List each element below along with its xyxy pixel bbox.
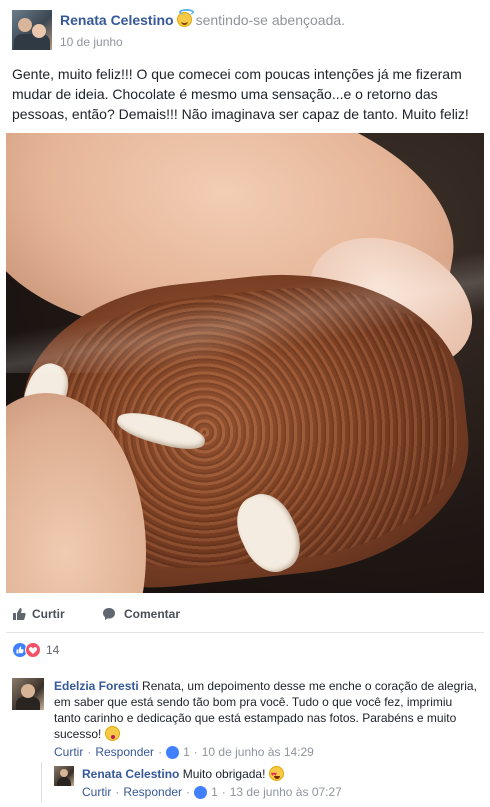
speech-bubble-icon	[102, 607, 116, 621]
heart-eyes-face-icon	[268, 766, 284, 783]
reactions-summary[interactable]: 14	[12, 641, 59, 659]
divider	[6, 632, 484, 633]
comment-body: Edelzia Foresti Renata, um depoimento de…	[54, 678, 478, 742]
author-name-link[interactable]: Renata Celestino	[60, 12, 174, 28]
like-button-label: Curtir	[32, 607, 65, 621]
post-action-bar: Curtir Comentar	[12, 603, 478, 629]
love-reaction-icon	[25, 642, 41, 658]
replier-avatar[interactable]	[54, 766, 74, 786]
commenter-avatar[interactable]	[12, 678, 44, 710]
comment-like-link[interactable]: Curtir	[82, 784, 111, 800]
wrapper-shine	[6, 253, 484, 373]
comment-author-link[interactable]: Edelzia Foresti	[54, 679, 139, 693]
reply-thread-line	[41, 762, 42, 802]
halo-smiley-icon	[176, 9, 194, 27]
feeling-text: sentindo-se abençoada.	[195, 12, 346, 28]
comment-like-count[interactable]: 1	[211, 784, 218, 800]
author-line: Renata Celestino sentindo-se abençoada.	[60, 9, 346, 28]
like-reaction-icon	[194, 785, 208, 799]
like-button[interactable]: Curtir	[12, 607, 65, 621]
comment-meta: Curtir · Responder · 1 · 13 de junho às …	[82, 784, 342, 800]
reaction-count: 14	[46, 643, 60, 657]
comment-timestamp[interactable]: 10 de junho às 14:29	[202, 744, 314, 760]
thumbs-up-icon	[12, 607, 26, 621]
comment-button[interactable]: Comentar	[102, 607, 180, 621]
like-reaction-icon	[166, 745, 180, 759]
comment-like-count[interactable]: 1	[183, 744, 190, 760]
comment-author-link[interactable]: Renata Celestino	[82, 767, 179, 781]
comment-meta: Curtir · Responder · 1 · 10 de junho às …	[54, 744, 314, 760]
post-timestamp[interactable]: 10 de junho	[60, 35, 123, 49]
comment-timestamp[interactable]: 13 de junho às 07:27	[230, 784, 342, 800]
post-photo[interactable]	[6, 133, 484, 593]
comment-like-link[interactable]: Curtir	[54, 744, 83, 760]
comment-reply-link[interactable]: Responder	[123, 784, 182, 800]
kissing-face-icon	[104, 726, 120, 741]
comment-text: Muito obrigada!	[182, 767, 266, 781]
comment-button-label: Comentar	[124, 607, 181, 621]
comment-body: Renata Celestino Muito obrigada!	[82, 766, 490, 783]
comment-reply-link[interactable]: Responder	[95, 744, 154, 760]
author-avatar[interactable]	[12, 10, 52, 50]
post-header: Renata Celestino sentindo-se abençoada. 1…	[12, 8, 482, 52]
post-text: Gente, muito feliz!!! O que comecei com …	[12, 66, 469, 122]
